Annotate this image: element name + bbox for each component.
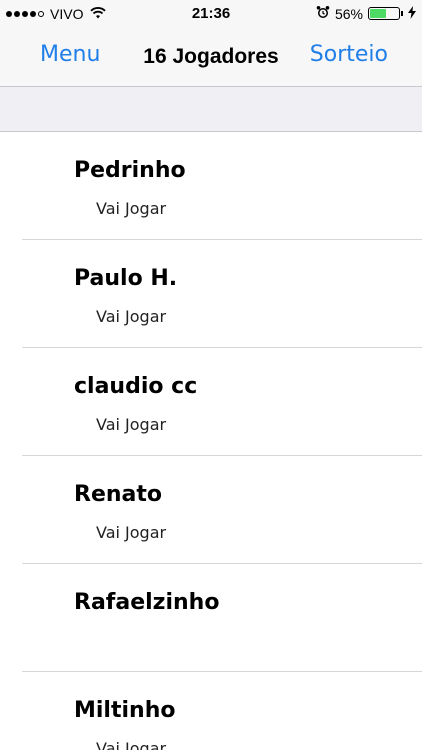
- section-header: [0, 87, 422, 132]
- player-status: Vai Jogar: [96, 415, 167, 434]
- alarm-clock-icon: [316, 5, 330, 22]
- list-item[interactable]: claudio cc Vai Jogar: [22, 348, 422, 456]
- player-status: Vai Jogar: [96, 199, 167, 218]
- list-item[interactable]: Paulo H. Vai Jogar: [22, 240, 422, 348]
- list-item[interactable]: Rafaelzinho: [22, 564, 422, 672]
- battery-percent: 56%: [334, 5, 363, 22]
- list-item[interactable]: Pedrinho Vai Jogar: [22, 132, 422, 240]
- list-item[interactable]: Miltinho Vai Jogar: [22, 672, 422, 750]
- battery-tip: [401, 11, 403, 16]
- sorteio-button[interactable]: Sorteio: [310, 42, 388, 67]
- player-status: Vai Jogar: [96, 523, 167, 542]
- status-right: 56%: [316, 5, 416, 22]
- navigation-bar: Menu 16 Jogadores Sorteio: [0, 28, 422, 87]
- list-item[interactable]: Renato Vai Jogar: [22, 456, 422, 564]
- player-name: Paulo H.: [74, 266, 178, 291]
- battery-fill: [370, 9, 386, 18]
- player-list[interactable]: Pedrinho Vai Jogar Paulo H. Vai Jogar claudi…: [0, 132, 422, 750]
- player-name: claudio cc: [74, 374, 198, 399]
- battery-icon: [368, 7, 400, 20]
- player-name: Pedrinho: [74, 158, 186, 183]
- player-status: Vai Jogar: [96, 739, 167, 750]
- charging-bolt-icon: [408, 5, 416, 22]
- status-bar: VIVO 21:36 56%: [0, 0, 422, 28]
- player-name: Miltinho: [74, 698, 176, 723]
- player-status: Vai Jogar: [96, 307, 167, 326]
- player-name: Rafaelzinho: [74, 590, 220, 615]
- player-name: Renato: [74, 482, 162, 507]
